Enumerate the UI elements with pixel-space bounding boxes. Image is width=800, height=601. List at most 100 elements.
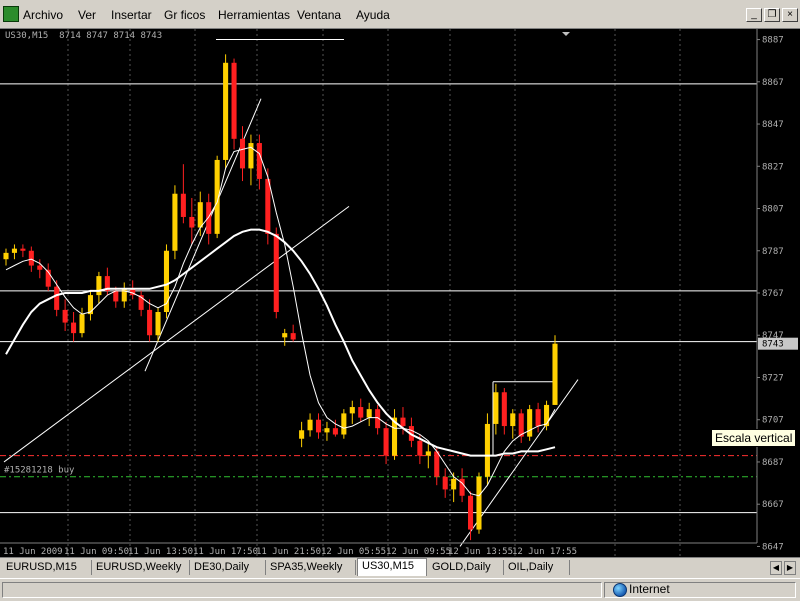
chart-trendlines	[3, 98, 579, 547]
candle-body	[552, 343, 558, 405]
price-tick-label: 8847	[762, 120, 784, 130]
chart-candles	[3, 54, 558, 541]
candle-body	[315, 419, 322, 433]
candle-body	[273, 233, 279, 313]
menu-ver[interactable]: Ver	[78, 8, 96, 22]
candle-body	[265, 178, 271, 234]
price-tick-label: 8727	[762, 373, 784, 383]
candle-body	[442, 476, 448, 490]
candle-body	[290, 333, 296, 340]
menu-ventana[interactable]: Ventana	[297, 8, 341, 22]
candle-body	[332, 428, 338, 435]
tab-oil-daily[interactable]: OIL,Daily	[504, 560, 570, 575]
menu-graficos[interactable]: Gr ficos	[164, 8, 205, 22]
candle-body	[113, 290, 119, 302]
candle-body	[37, 265, 43, 270]
candle-body	[501, 392, 507, 427]
candle-body	[358, 407, 364, 418]
candle-body	[434, 451, 440, 477]
candle-body	[383, 428, 389, 456]
time-tick-label: 11 Jun 21:50	[256, 547, 321, 557]
price-tick-label: 8667	[762, 500, 784, 510]
tab-spa35-weekly[interactable]: SPA35,Weekly	[266, 560, 356, 575]
price-tick-label: 8807	[762, 205, 784, 215]
candle-body	[223, 62, 229, 160]
time-tick-label: 12 Jun 05:55	[321, 547, 386, 557]
candle-body	[282, 333, 288, 338]
chart-moving-averages	[5, 146, 556, 497]
price-tick-label: 8767	[762, 289, 784, 299]
app-icon[interactable]	[3, 6, 19, 22]
candle-body	[147, 309, 153, 336]
candle-body	[155, 312, 161, 336]
candlestick-chart[interactable]: 8887886788478827880787878767874787278707…	[0, 29, 800, 557]
menu-archivo[interactable]: Archivo	[23, 8, 63, 22]
chart-horizontal-levels	[0, 39, 757, 514]
candle-body	[62, 309, 68, 323]
time-tick-label: 12 Jun 17:55	[512, 547, 577, 557]
candle-body	[71, 322, 77, 334]
candle-body	[54, 286, 60, 310]
menu-insertar[interactable]: Insertar	[111, 8, 152, 22]
candle-body	[28, 250, 34, 266]
current-price-label: 8743	[762, 340, 784, 350]
shift-marker-icon	[562, 32, 570, 36]
candle-body	[239, 138, 246, 169]
tab-eurusd-m15[interactable]: EURUSD,M15	[2, 560, 92, 575]
vertical-scale-tooltip: Escala vertical	[711, 429, 797, 447]
chart-area[interactable]: 8887 8867 8847 8827 8807 8787 8767 8747 8727 8707…	[0, 29, 800, 557]
candle-body	[366, 409, 372, 418]
candle-body	[451, 478, 457, 490]
candle-body	[535, 409, 541, 427]
candle-body	[96, 276, 102, 296]
candle-body	[307, 419, 313, 431]
tab-de30-daily[interactable]: DE30,Daily	[190, 560, 266, 575]
candle-body	[324, 428, 330, 433]
candle-body	[206, 202, 212, 234]
status-bar	[0, 578, 800, 601]
time-tick-label: 11 Jun 13:50	[128, 547, 193, 557]
candle-body	[400, 417, 406, 427]
tab-scroll-left-icon[interactable]: ◀	[770, 561, 782, 575]
candle-body	[197, 202, 203, 228]
price-tick-label: 8827	[762, 162, 784, 172]
chart-header: US30,M15 8714 8747 8714 8743	[5, 31, 163, 41]
status-cell-main	[2, 582, 602, 598]
candle-body	[172, 193, 178, 251]
tab-gold-daily[interactable]: GOLD,Daily	[428, 560, 504, 575]
chart-grid	[67, 29, 681, 557]
candle-body	[20, 248, 26, 251]
candle-body	[417, 440, 423, 456]
tab-eurusd-weekly[interactable]: EURUSD,Weekly	[92, 560, 190, 575]
price-tick-label: 8887	[762, 36, 784, 46]
time-tick-label: 11 Jun 2009	[3, 547, 63, 557]
candle-body	[349, 407, 355, 414]
minimize-button[interactable]: _	[746, 8, 762, 22]
candle-body	[544, 404, 550, 427]
candle-body	[180, 193, 186, 217]
order-label: #15281218 buy	[4, 466, 75, 476]
tab-us30-m15[interactable]: US30,M15	[357, 558, 427, 576]
time-tick-label: 11 Jun 09:50	[64, 547, 129, 557]
candle-body	[79, 314, 85, 334]
candle-body	[87, 295, 93, 315]
price-tick-label: 8647	[762, 542, 784, 552]
candle-body	[484, 423, 490, 477]
close-button[interactable]: ×	[782, 8, 798, 22]
price-tick-label: 8687	[762, 458, 784, 468]
internet-zone-label: Internet	[629, 582, 670, 596]
candle-body	[527, 409, 533, 437]
tab-scroll-right-icon[interactable]: ▶	[784, 561, 796, 575]
time-tick-label: 12 Jun 13:55	[448, 547, 513, 557]
ma-slow-line	[5, 228, 556, 457]
candle-body	[493, 392, 499, 424]
candle-body	[11, 248, 17, 253]
menu-ayuda[interactable]: Ayuda	[356, 8, 390, 22]
candle-body	[299, 430, 305, 439]
price-tick-label: 8787	[762, 247, 784, 257]
candle-body	[510, 413, 516, 427]
menu-bar: Archivo Ver Insertar Gr ficos Herramient…	[0, 0, 800, 29]
restore-button[interactable]: ❐	[764, 8, 780, 22]
menu-herramientas[interactable]: Herramientas	[218, 8, 290, 22]
candle-body	[425, 451, 431, 456]
